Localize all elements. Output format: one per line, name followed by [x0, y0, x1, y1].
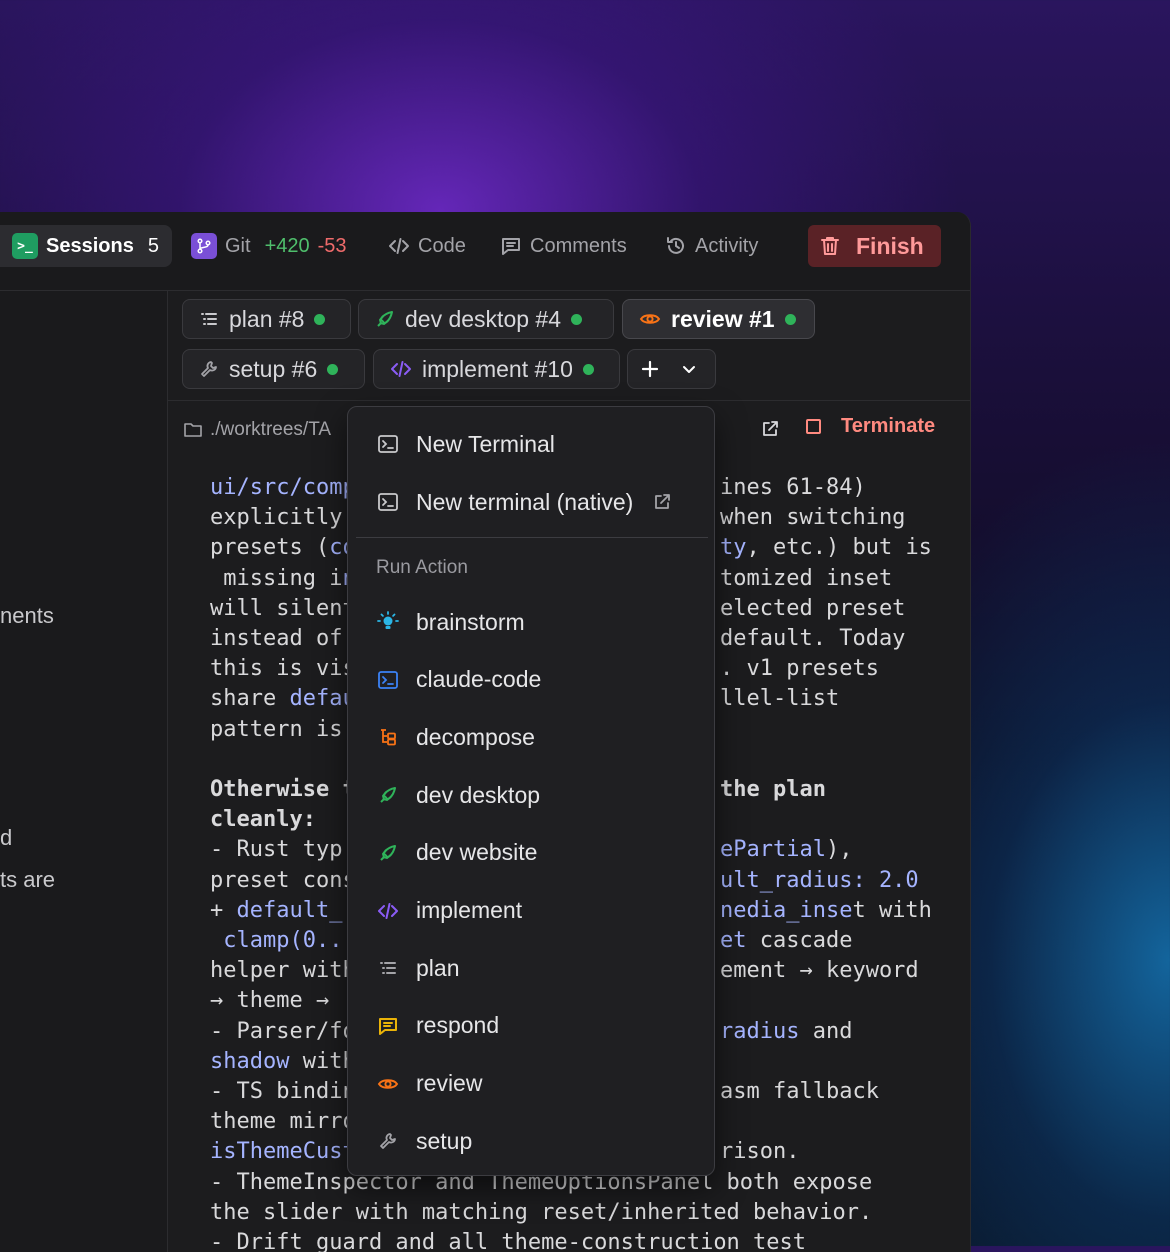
wrench-icon: [201, 361, 217, 377]
comments-button[interactable]: Comments: [500, 225, 627, 267]
rocket-icon: [377, 311, 393, 327]
code-icon: [388, 235, 410, 257]
tree-icon: [376, 725, 400, 749]
tab-plan[interactable]: plan #8: [182, 299, 351, 339]
action-item-plan[interactable]: plan: [356, 944, 706, 992]
tab-dev-desktop[interactable]: dev desktop #4: [358, 299, 614, 339]
git-added: +420: [264, 234, 310, 257]
sessions-label: Sessions: [46, 234, 134, 257]
tab-setup[interactable]: setup #6: [182, 349, 365, 389]
tab-review[interactable]: review #1: [622, 299, 815, 339]
menu-label: New Terminal: [416, 430, 555, 457]
git-button[interactable]: Git +420 -53: [191, 225, 347, 267]
rocket-icon: [376, 841, 400, 865]
eye-icon: [376, 1072, 400, 1096]
new-tab-button[interactable]: [627, 349, 716, 389]
finish-button[interactable]: Finish: [808, 225, 941, 267]
terminate-label: Terminate: [841, 415, 936, 437]
action-item-respond[interactable]: respond: [356, 1002, 706, 1050]
activity-label: Activity: [695, 234, 759, 257]
activity-button[interactable]: Activity: [665, 225, 758, 267]
list-icon: [201, 313, 217, 325]
new-session-dropdown: New Terminal New terminal (native) Run A…: [347, 406, 715, 1176]
code-icon: [376, 899, 400, 923]
status-dot: [327, 363, 339, 375]
git-label: Git: [225, 234, 251, 257]
terminal-icon: >_: [12, 233, 38, 259]
terminal-icon: [376, 490, 400, 514]
action-item-review[interactable]: review: [356, 1060, 706, 1108]
tab-label: plan #8: [229, 305, 305, 332]
history-icon: [665, 235, 687, 257]
session-sidebar: nents d ts are: [0, 291, 168, 1252]
sidebar-text-fragment: ts are: [0, 867, 56, 892]
rocket-icon: [376, 783, 400, 807]
menu-label: plan: [416, 954, 460, 981]
menu-label: dev desktop: [416, 781, 541, 808]
wrench-icon: [376, 1129, 400, 1153]
git-branch-icon: [191, 233, 217, 259]
external-link-icon[interactable]: [761, 420, 779, 438]
worktree-path: ./worktrees/TA: [210, 419, 332, 440]
git-removed: -53: [317, 234, 347, 257]
status-dot: [784, 313, 796, 325]
tab-label: review #1: [671, 305, 775, 332]
finish-label: Finish: [856, 232, 924, 259]
terminate-button[interactable]: Terminate: [806, 415, 935, 438]
lightbulb-icon: [376, 610, 400, 634]
code-icon: [391, 361, 411, 377]
action-item-brainstorm[interactable]: brainstorm: [356, 598, 706, 646]
sessions-button[interactable]: >_ Sessions 5: [0, 225, 172, 267]
menu-label: decompose: [416, 723, 535, 750]
menu-label: New terminal (native): [416, 488, 634, 515]
menu-label: claude-code: [416, 666, 542, 693]
menu-divider: [356, 537, 708, 538]
tab-label: setup #6: [229, 355, 318, 382]
action-item-claude-code[interactable]: claude-code: [356, 656, 706, 704]
code-button[interactable]: Code: [388, 225, 466, 267]
action-item-dev-website[interactable]: dev website: [356, 829, 706, 877]
menu-label: review: [416, 1070, 483, 1097]
new-terminal-native-item[interactable]: New terminal (native): [356, 478, 706, 526]
code-label: Code: [418, 234, 466, 257]
plus-icon: [641, 360, 659, 378]
menu-label: respond: [416, 1012, 500, 1039]
tab-implement[interactable]: implement #10: [373, 349, 620, 389]
menu-label: implement: [416, 897, 523, 923]
top-bar: >_ Sessions 5 Git +420 -53 Code Comments: [0, 212, 970, 291]
action-item-decompose[interactable]: decompose: [356, 713, 706, 761]
menu-label: setup: [416, 1127, 473, 1154]
run-action-heading: Run Action: [376, 557, 468, 578]
status-dot: [571, 313, 583, 325]
session-tabs: plan #8 dev desktop #4 review #1 setup #…: [168, 291, 970, 399]
sidebar-text-fragment: nents: [0, 603, 54, 628]
status-dot: [582, 363, 594, 375]
list-icon: [376, 956, 400, 980]
folder-icon: [184, 423, 202, 437]
eye-icon: [639, 314, 661, 324]
message-icon: [376, 1014, 400, 1038]
action-item-setup[interactable]: setup: [356, 1117, 706, 1165]
external-link-icon: [655, 494, 671, 509]
menu-label: dev website: [416, 839, 538, 866]
tab-label: implement #10: [422, 355, 573, 382]
sessions-count: 5: [147, 234, 159, 257]
action-item-implement[interactable]: implement: [356, 887, 706, 935]
sidebar-text-fragment: d: [0, 825, 13, 850]
chevron-down-icon[interactable]: [680, 360, 698, 378]
tab-label: dev desktop #4: [405, 305, 562, 332]
action-item-dev-desktop[interactable]: dev desktop: [356, 771, 706, 819]
terminal-right-text: ines 61-84) when switching ty, etc.) but…: [720, 475, 932, 1165]
terminal-icon: [376, 432, 400, 456]
status-dot: [314, 313, 326, 325]
new-terminal-item[interactable]: New Terminal: [356, 420, 706, 468]
stop-icon: [806, 419, 821, 434]
terminal-icon: [376, 668, 400, 692]
menu-label: brainstorm: [416, 608, 525, 635]
trash-icon: [820, 235, 840, 257]
comments-label: Comments: [530, 234, 627, 257]
message-icon: [500, 235, 522, 257]
